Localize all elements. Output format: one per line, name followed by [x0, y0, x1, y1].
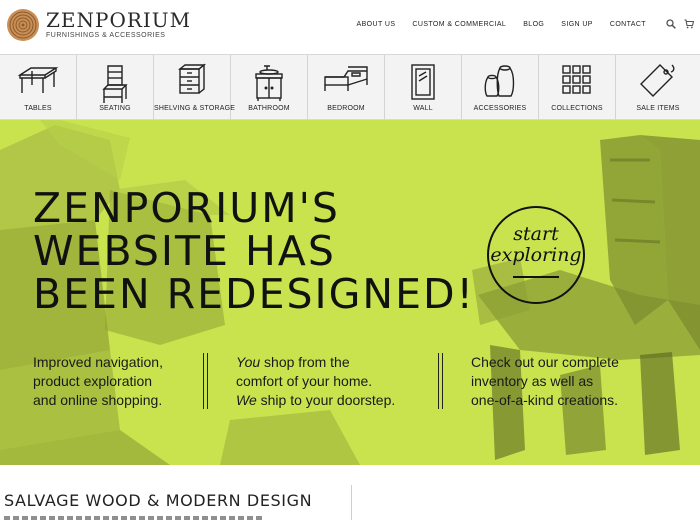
feature-line: Improved navigation,	[33, 354, 163, 370]
feature-line: and online shopping.	[33, 392, 163, 408]
hero-banner[interactable]: ZENPORIUM'S WEBSITE HAS BEEN REDESIGNED!…	[0, 120, 700, 465]
category-bathroom[interactable]: BATHROOM	[231, 55, 308, 120]
hero-headline: ZENPORIUM'S WEBSITE HAS BEEN REDESIGNED!	[33, 187, 475, 316]
category-seating[interactable]: SEATING	[77, 55, 154, 120]
feature-shipping: You shop from the comfort of your home. …	[236, 353, 426, 410]
column-divider	[438, 353, 443, 409]
feature-line: We ship to your doorstep.	[236, 392, 396, 408]
feature-line: comfort of your home.	[236, 373, 373, 389]
start-exploring-button[interactable]: start exploring	[487, 206, 585, 304]
section-title: SALVAGE WOOD & MODERN DESIGN	[4, 491, 313, 510]
category-shelving-storage[interactable]: SHELVING & STORAGE	[154, 55, 236, 120]
feature-navigation: Improved navigation, product exploration…	[33, 353, 203, 410]
category-label: COLLECTIONS	[551, 105, 603, 112]
category-label: BATHROOM	[248, 105, 290, 112]
feature-line: Check out our complete	[471, 354, 619, 370]
category-collections[interactable]: COLLECTIONS	[539, 55, 616, 120]
cut-off-text	[4, 516, 264, 520]
headline-line: ZENPORIUM'S	[33, 184, 340, 232]
logo[interactable]: ZENPORIUM FURNISHINGS & ACCESSORIES	[6, 8, 191, 42]
feature-line: You shop from the	[236, 354, 350, 370]
nav-custom-commercial[interactable]: CUSTOM & COMMERCIAL	[412, 21, 506, 28]
section-divider	[351, 485, 352, 520]
category-accessories[interactable]: ACCESSORIES	[462, 55, 539, 120]
grid-icon	[562, 65, 591, 94]
feature-line: product exploration	[33, 373, 153, 389]
vanity-icon	[255, 65, 283, 101]
logo-name: ZENPORIUM	[46, 7, 192, 32]
category-tables[interactable]: TABLES	[0, 55, 77, 120]
nav-blog[interactable]: BLOG	[523, 21, 544, 28]
feature-line: one-of-a-kind creations.	[471, 392, 619, 408]
nav-sign-up[interactable]: SIGN UP	[561, 21, 593, 28]
vases-icon	[484, 65, 515, 97]
category-label: SEATING	[99, 105, 131, 112]
table-icon	[17, 67, 59, 93]
mirror-icon	[411, 64, 435, 100]
category-label: TABLES	[24, 105, 52, 112]
tag-icon	[640, 64, 675, 97]
site-header: ZENPORIUM FURNISHINGS & ACCESSORIES ABOU…	[0, 0, 700, 54]
category-bedroom[interactable]: BEDROOM	[308, 55, 385, 120]
badge-line-2: exploring	[490, 244, 582, 266]
bed-icon	[324, 66, 368, 91]
category-label: SHELVING & STORAGE	[154, 105, 236, 112]
headline-line: WEBSITE HAS	[33, 227, 336, 275]
wood-ring-logo-icon	[7, 9, 39, 41]
category-label: BEDROOM	[327, 105, 365, 112]
column-divider	[203, 353, 208, 409]
category-sale-items[interactable]: SALE ITEMS	[616, 55, 700, 120]
nav-contact[interactable]: CONTACT	[610, 21, 646, 28]
content-section: SALVAGE WOOD & MODERN DESIGN	[0, 465, 700, 520]
feature-inventory: Check out our complete inventory as well…	[471, 353, 671, 410]
headline-line: BEEN REDESIGNED!	[33, 270, 475, 318]
logo-tagline: FURNISHINGS & ACCESSORIES	[46, 31, 166, 39]
nav-about-us[interactable]: ABOUT US	[357, 21, 396, 28]
category-label: SALE ITEMS	[636, 105, 680, 112]
search-icon[interactable]	[666, 19, 676, 29]
chair-icon	[102, 65, 128, 103]
feature-line: inventory as well as	[471, 373, 594, 389]
category-label: ACCESSORIES	[473, 105, 527, 112]
badge-underline	[513, 276, 559, 278]
category-wall[interactable]: WALL	[385, 55, 462, 120]
top-nav: ABOUT US CUSTOM & COMMERCIAL BLOG SIGN U…	[340, 19, 694, 29]
category-nav: TABLES SEATING SHELVING & STORAGE BATHRO…	[0, 54, 700, 120]
category-label: WALL	[413, 105, 433, 112]
drawers-icon	[178, 63, 206, 94]
badge-line-1: start	[513, 223, 559, 245]
cart-icon[interactable]	[684, 19, 694, 29]
